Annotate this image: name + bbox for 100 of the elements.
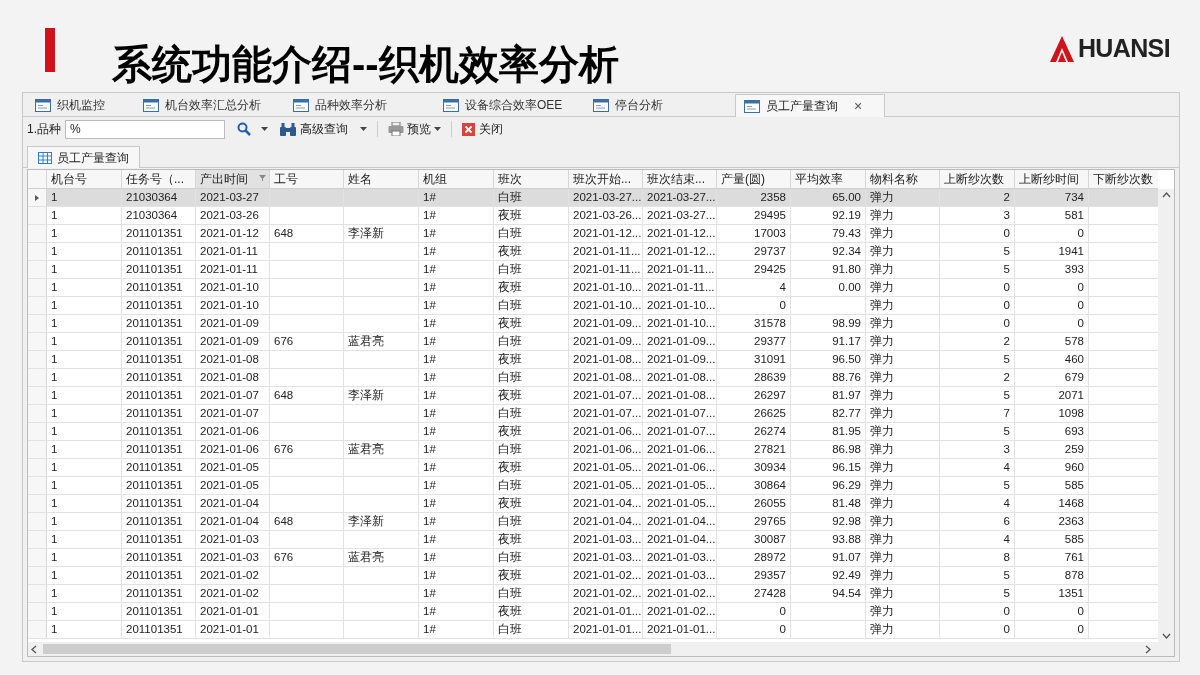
table-cell: 弹力 <box>870 335 894 347</box>
table-row[interactable]: 1 201101351 2021-01-08 1# 夜班 2021-01-08... 2021-01-09... 31091 96.50 弹力 5 460 <box>28 351 1158 369</box>
table-cell: 1 <box>51 569 58 581</box>
table-cell: 1 <box>51 263 58 275</box>
row-header[interactable] <box>28 189 47 206</box>
table-cell: 201101351 <box>126 281 183 293</box>
column-header[interactable]: 机台号 <box>47 170 122 188</box>
table-row[interactable]: 1 201101351 2021-01-06 676 蓝君亮 1# 白班 2021-01-06... 2021-01-06... 27821 86.98 弹力 3 259 <box>28 441 1158 459</box>
table-cell: 白班 <box>498 479 522 491</box>
table-row[interactable]: 1 201101351 2021-01-06 1# 夜班 2021-01-06... 2021-01-07... 26274 81.95 弹力 5 693 <box>28 423 1158 441</box>
scroll-left-icon[interactable] <box>31 644 37 654</box>
table-cell: 夜班 <box>498 317 522 329</box>
table-cell: 26274 <box>754 425 786 437</box>
column-header[interactable]: 姓名 <box>344 170 419 188</box>
tab[interactable]: 机台效率汇总分析 <box>135 94 285 116</box>
slide-title: 系统功能介绍--织机效率分析 <box>112 41 619 88</box>
column-header[interactable]: 班次 <box>494 170 569 188</box>
table-row[interactable]: 1 21030364 2021-03-26 1# 夜班 2021-03-26... 2021-03-27... 29495 92.19 弹力 3 581 <box>28 207 1158 225</box>
column-header[interactable]: 上断纱次数 <box>940 170 1015 188</box>
table-cell: 1 <box>51 479 58 491</box>
table-row[interactable]: 1 201101351 2021-01-10 1# 白班 2021-01-10... 2021-01-10... 0 弹力 0 0 <box>28 297 1158 315</box>
table-row[interactable]: 1 201101351 2021-01-09 1# 夜班 2021-01-09... 2021-01-10... 31578 98.99 弹力 0 0 <box>28 315 1158 333</box>
filter-field[interactable]: % <box>65 119 225 139</box>
table-cell: 92.49 <box>832 569 861 581</box>
table-cell: 676 <box>274 443 294 455</box>
table-cell: 弹力 <box>870 227 894 239</box>
table-row[interactable]: 1 201101351 2021-01-02 1# 白班 2021-01-02... 2021-01-02... 27428 94.54 弹力 5 1351 <box>28 585 1158 603</box>
search-icon[interactable] <box>237 122 251 136</box>
table-row[interactable]: 1 201101351 2021-01-03 1# 夜班 2021-01-03... 2021-01-04... 30087 93.88 弹力 4 585 <box>28 531 1158 549</box>
tab[interactable]: 员工产量查询 <box>27 146 140 168</box>
filter-icon[interactable] <box>259 175 266 181</box>
table-row[interactable]: 1 201101351 2021-01-11 1# 夜班 2021-01-11... 2021-01-12... 29737 92.34 弹力 5 1941 <box>28 243 1158 261</box>
table-row[interactable]: 1 201101351 2021-01-07 1# 白班 2021-01-07... 2021-01-07... 26625 82.77 弹力 7 1098 <box>28 405 1158 423</box>
table-row[interactable]: 1 201101351 2021-01-12 648 李泽新 1# 白班 2021-01-12... 2021-01-12... 17003 79.43 弹力 0 0 <box>28 225 1158 243</box>
table-row[interactable]: 1 201101351 2021-01-05 1# 夜班 2021-01-05... 2021-01-06... 30934 96.15 弹力 4 960 <box>28 459 1158 477</box>
table-row[interactable]: 1 201101351 2021-01-01 1# 夜班 2021-01-01... 2021-01-02... 0 弹力 0 0 <box>28 603 1158 621</box>
tab[interactable]: 设备综合效率OEE <box>435 94 585 116</box>
caret-icon[interactable] <box>261 127 268 131</box>
column-header[interactable]: 工号 <box>270 170 344 188</box>
table-cell: 201101351 <box>126 299 183 311</box>
close-button[interactable]: 关闭 <box>460 120 505 138</box>
column-header[interactable]: 平均效率 <box>791 170 866 188</box>
table-row[interactable]: 1 201101351 2021-01-10 1# 夜班 2021-01-10... 2021-01-11... 4 0.00 弹力 0 0 <box>28 279 1158 297</box>
column-header[interactable]: 上断纱时间 <box>1015 170 1089 188</box>
table-cell: 1# <box>423 443 436 455</box>
tab[interactable]: 品种效率分析 <box>285 94 435 116</box>
table-cell: 2 <box>1003 371 1010 383</box>
table-row[interactable]: 1 201101351 2021-01-04 648 李泽新 1# 白班 2021-01-04... 2021-01-04... 29765 92.98 弹力 6 2363 <box>28 513 1158 531</box>
table-cell: 2021-01-06... <box>573 443 642 455</box>
column-header[interactable]: 产量(圆) <box>717 170 791 188</box>
column-header[interactable]: 下断纱次数 <box>1089 170 1158 188</box>
table-cell: 201101351 <box>126 533 183 545</box>
tab-close-button[interactable]: × <box>854 95 863 117</box>
caret-icon[interactable] <box>360 127 367 131</box>
scroll-down-icon[interactable] <box>1161 633 1171 639</box>
table-cell: 1# <box>423 209 436 221</box>
column-header[interactable]: 产出时间 <box>196 170 270 188</box>
table-cell: 2021-01-02... <box>573 587 642 599</box>
table-row[interactable]: 1 201101351 2021-01-05 1# 白班 2021-01-05... 2021-01-05... 30864 96.29 弹力 5 585 <box>28 477 1158 495</box>
table-cell: 1# <box>423 569 436 581</box>
table-cell: 648 <box>274 227 294 239</box>
table-cell: 2021-01-07... <box>573 407 642 419</box>
table-cell: 0 <box>1077 317 1084 329</box>
table-cell: 2021-01-01... <box>573 623 642 635</box>
table-row[interactable]: 1 201101351 2021-01-07 648 李泽新 1# 夜班 2021-01-07... 2021-01-08... 26297 81.97 弹力 5 2071 <box>28 387 1158 405</box>
tab[interactable]: 织机监控 <box>27 94 135 116</box>
table-cell: 2021-01-04 <box>200 497 259 509</box>
table-row[interactable]: 1 201101351 2021-01-04 1# 夜班 2021-01-04... 2021-01-05... 26055 81.48 弹力 4 1468 <box>28 495 1158 513</box>
table-cell: 弹力 <box>870 461 894 473</box>
table-row[interactable]: 1 201101351 2021-01-01 1# 白班 2021-01-01... 2021-01-01... 0 弹力 0 0 <box>28 621 1158 639</box>
horizontal-scrollbar[interactable] <box>28 642 1174 656</box>
table-cell: 1# <box>423 479 436 491</box>
column-header[interactable]: 机组 <box>419 170 494 188</box>
table-cell: 679 <box>1064 371 1084 383</box>
preview-button[interactable]: 预览 <box>386 120 443 138</box>
column-header[interactable]: 班次结束... <box>643 170 717 188</box>
table-row[interactable]: 1 201101351 2021-01-08 1# 白班 2021-01-08... 2021-01-08... 28639 88.76 弹力 2 679 <box>28 369 1158 387</box>
table-cell: 2021-01-09... <box>647 353 716 365</box>
table-cell: 弹力 <box>870 587 894 599</box>
tab[interactable]: 停台分析 <box>585 94 735 116</box>
table-cell: 2021-01-01... <box>647 623 716 635</box>
table-row[interactable]: 1 201101351 2021-01-09 676 蓝君亮 1# 白班 2021-01-09... 2021-01-09... 29377 91.17 弹力 2 578 <box>28 333 1158 351</box>
table-row[interactable]: 1 201101351 2021-01-02 1# 夜班 2021-01-02... 2021-01-03... 29357 92.49 弹力 5 878 <box>28 567 1158 585</box>
table-row[interactable]: 1 201101351 2021-01-11 1# 白班 2021-01-11... 2021-01-11... 29425 91.80 弹力 5 393 <box>28 261 1158 279</box>
table-cell: 2021-01-10... <box>647 317 716 329</box>
advanced-query-button[interactable]: 高级查询 <box>278 120 350 138</box>
table-cell: 3 <box>1003 443 1010 455</box>
table-row[interactable]: 1 21030364 2021-03-27 1# 白班 2021-03-27... 2021-03-27... 2358 65.00 弹力 2 734 <box>28 189 1158 207</box>
table-cell: 白班 <box>498 299 522 311</box>
scroll-right-icon[interactable] <box>1145 644 1151 654</box>
column-header[interactable]: 班次开始... <box>569 170 643 188</box>
table-cell: 2021-01-11 <box>200 245 258 257</box>
scroll-up-icon[interactable] <box>1161 192 1171 198</box>
scrollbar-thumb[interactable] <box>43 644 671 654</box>
tab[interactable]: 员工产量查询 × <box>735 94 885 117</box>
table-row[interactable]: 1 201101351 2021-01-03 676 蓝君亮 1# 白班 2021-01-03... 2021-01-03... 28972 91.07 弹力 8 761 <box>28 549 1158 567</box>
vertical-scrollbar[interactable] <box>1158 189 1174 642</box>
column-header[interactable]: 物料名称 <box>866 170 940 188</box>
table-cell: 蓝君亮 <box>348 335 384 347</box>
table-cell: 5 <box>1003 425 1010 437</box>
